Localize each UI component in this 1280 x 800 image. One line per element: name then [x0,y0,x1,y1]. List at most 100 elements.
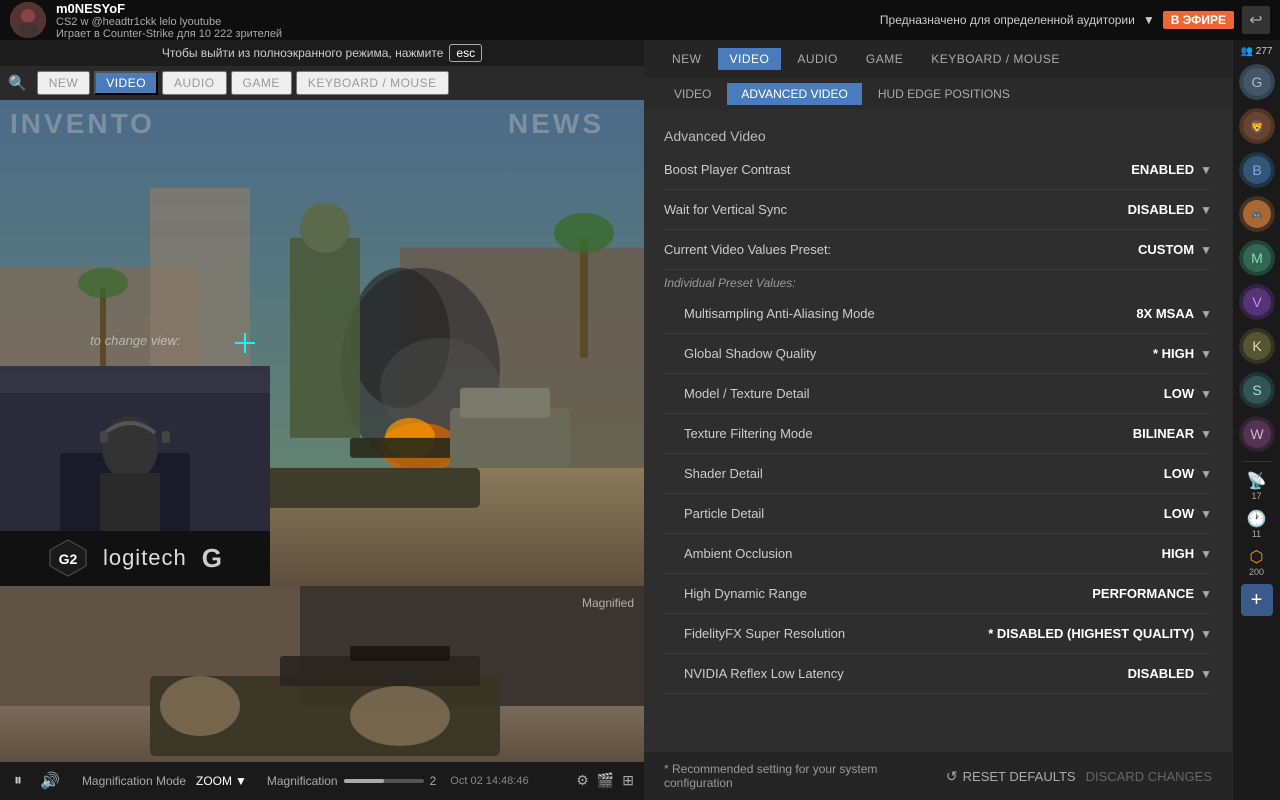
setting-label-hdr: High Dynamic Range [684,586,807,601]
esc-key[interactable]: esc [449,44,482,62]
discard-changes-button[interactable]: DISCARD CHANGES [1086,769,1212,784]
svg-text:🎮: 🎮 [1250,211,1262,222]
filtering-arrow[interactable]: ▼ [1200,427,1212,441]
g2-logo: G2 [48,538,88,578]
nav-tab-game[interactable]: GAME [231,71,292,95]
sidebar-user-6[interactable]: V [1239,284,1275,320]
setting-label-texture: Model / Texture Detail [684,386,810,401]
sidebar-user-2[interactable]: 🦁 [1239,108,1275,144]
shadow-arrow[interactable]: ▼ [1200,347,1212,361]
ambient-occlusion-value: HIGH [1162,546,1195,561]
clip-icon[interactable]: 🎬 [597,772,614,789]
settings-nav-game[interactable]: GAME [854,48,915,70]
logitech-logo: logitech [103,545,187,571]
setting-row-boost-player-contrast: Boost Player Contrast ENABLED ▼ [664,150,1212,190]
settings-nav-new[interactable]: NEW [660,48,714,70]
setting-value-shadow[interactable]: * HIGH ▼ [1153,346,1212,361]
texture-arrow[interactable]: ▼ [1200,387,1212,401]
sidebar-user-4[interactable]: 🎮 [1239,196,1275,232]
section-title: Advanced Video [664,120,1212,150]
mag-value: 2 [430,774,437,788]
settings-content: Advanced Video Boost Player Contrast ENA… [644,110,1232,752]
setting-value-reflex[interactable]: DISABLED ▼ [1128,666,1212,681]
reflex-value: DISABLED [1128,666,1194,681]
audience-label: Предназначено для определенной аудитории [880,13,1135,27]
back-arrow-button[interactable]: ↩ [1242,6,1270,34]
setting-value-texture[interactable]: LOW ▼ [1164,386,1212,401]
setting-value-particle[interactable]: LOW ▼ [1164,506,1212,521]
search-icon[interactable]: 🔍 [8,74,27,92]
svg-text:G: G [1251,74,1262,90]
settings-nav-video[interactable]: VIDEO [718,48,782,70]
mag-slider[interactable] [344,779,424,783]
setting-value-boost-player-contrast[interactable]: ENABLED ▼ [1131,162,1212,177]
sidebar-user-9[interactable]: W [1239,416,1275,452]
nav-tab-new[interactable]: NEW [37,71,91,95]
fsr-arrow[interactable]: ▼ [1200,627,1212,641]
nav-tab-keyboard[interactable]: KEYBOARD / MOUSE [296,71,449,95]
nav-tab-audio[interactable]: AUDIO [162,71,227,95]
nav-tab-video[interactable]: VIDEO [94,71,158,95]
expand-icon[interactable]: ⊞ [622,772,634,789]
setting-label-fsr: FidelityFX Super Resolution [684,626,845,641]
texture-value: LOW [1164,386,1194,401]
particle-arrow[interactable]: ▼ [1200,507,1212,521]
shader-arrow[interactable]: ▼ [1200,467,1212,481]
settings-icon[interactable]: ⚙ [576,772,589,789]
sidebar-history-action[interactable]: 🕐 11 [1239,506,1275,542]
play-pause-button[interactable]: ⏸ [10,768,26,794]
boost-player-contrast-arrow[interactable]: ▼ [1200,163,1212,177]
setting-value-shader[interactable]: LOW ▼ [1164,466,1212,481]
magnified-label: Magnified [582,596,634,610]
reset-icon: ↺ [946,768,958,785]
setting-value-preset[interactable]: CUSTOM ▼ [1138,242,1212,257]
sidebar-broadcast-action[interactable]: 📡 17 [1239,468,1275,504]
setting-label-reflex: NVIDIA Reflex Low Latency [684,666,844,681]
streamer-info-section: m0NESYoF CS2 w @headtr1ckk lelo lyoutube… [10,1,282,40]
video-bottom-magnified: Magnified [0,586,644,762]
sidebar-user-1[interactable]: G [1239,64,1275,100]
settings-nav-keyboard[interactable]: KEYBOARD / MOUSE [919,48,1072,70]
sub-nav-video[interactable]: VIDEO [660,83,725,105]
setting-value-filtering[interactable]: BILINEAR ▼ [1133,426,1212,441]
reflex-arrow[interactable]: ▼ [1200,667,1212,681]
audience-dropdown[interactable]: ▼ [1143,13,1155,27]
sidebar-points-action[interactable]: ⬡ 200 [1239,544,1275,580]
viewer-count-number: 277 [1256,46,1273,57]
setting-value-msaa[interactable]: 8X MSAA ▼ [1136,306,1212,321]
setting-label-filtering: Texture Filtering Mode [684,426,813,441]
sub-nav-advanced-video[interactable]: ADVANCED VIDEO [727,83,861,105]
ambient-occlusion-arrow[interactable]: ▼ [1200,547,1212,561]
setting-label-ambient-occlusion: Ambient Occlusion [684,546,792,561]
game-video-top: G2 logitech G INVENTO NEWS to change vie… [0,100,644,586]
streamer-name: m0NESYoF [56,1,282,16]
shader-value: LOW [1164,466,1194,481]
settings-nav-audio[interactable]: AUDIO [785,48,850,70]
msaa-arrow[interactable]: ▼ [1200,307,1212,321]
sidebar-user-3[interactable]: B [1239,152,1275,188]
reset-defaults-button[interactable]: ↺ RESET DEFAULTS [946,768,1076,785]
sidebar-add-action[interactable]: + [1241,584,1273,616]
sidebar-user-8[interactable]: S [1239,372,1275,408]
sidebar-user-7[interactable]: K [1239,328,1275,364]
volume-button[interactable]: 🔊 [36,767,64,795]
setting-value-ambient-occlusion[interactable]: HIGH ▼ [1162,546,1212,561]
setting-value-hdr[interactable]: PERFORMANCE ▼ [1092,586,1212,601]
msaa-value: 8X MSAA [1136,306,1194,321]
sub-nav-hud[interactable]: HUD EDGE POSITIONS [864,83,1024,105]
hdr-arrow[interactable]: ▼ [1200,587,1212,601]
settings-panel: NEW VIDEO AUDIO GAME KEYBOARD / MOUSE VI… [644,40,1232,800]
streamer-avatar[interactable] [10,2,46,38]
setting-value-fsr[interactable]: * DISABLED (HIGHEST QUALITY) ▼ [988,626,1212,641]
preset-arrow[interactable]: ▼ [1200,243,1212,257]
setting-label-boost-player-contrast: Boost Player Contrast [664,162,790,177]
controls-right: ⚙ 🎬 ⊞ [576,772,634,789]
setting-value-vsync[interactable]: DISABLED ▼ [1128,202,1212,217]
svg-text:🦁: 🦁 [1249,120,1264,134]
mag-mode-value[interactable]: ZOOM ▼ [196,774,247,788]
exit-fullscreen-text: Чтобы выйти из полноэкранного режима, на… [162,46,443,60]
vsync-arrow[interactable]: ▼ [1200,203,1212,217]
right-sidebar: 👥 277 G 🦁 B [1232,40,1280,800]
video-area: Чтобы выйти из полноэкранного режима, на… [0,40,644,800]
sidebar-user-5[interactable]: M [1239,240,1275,276]
